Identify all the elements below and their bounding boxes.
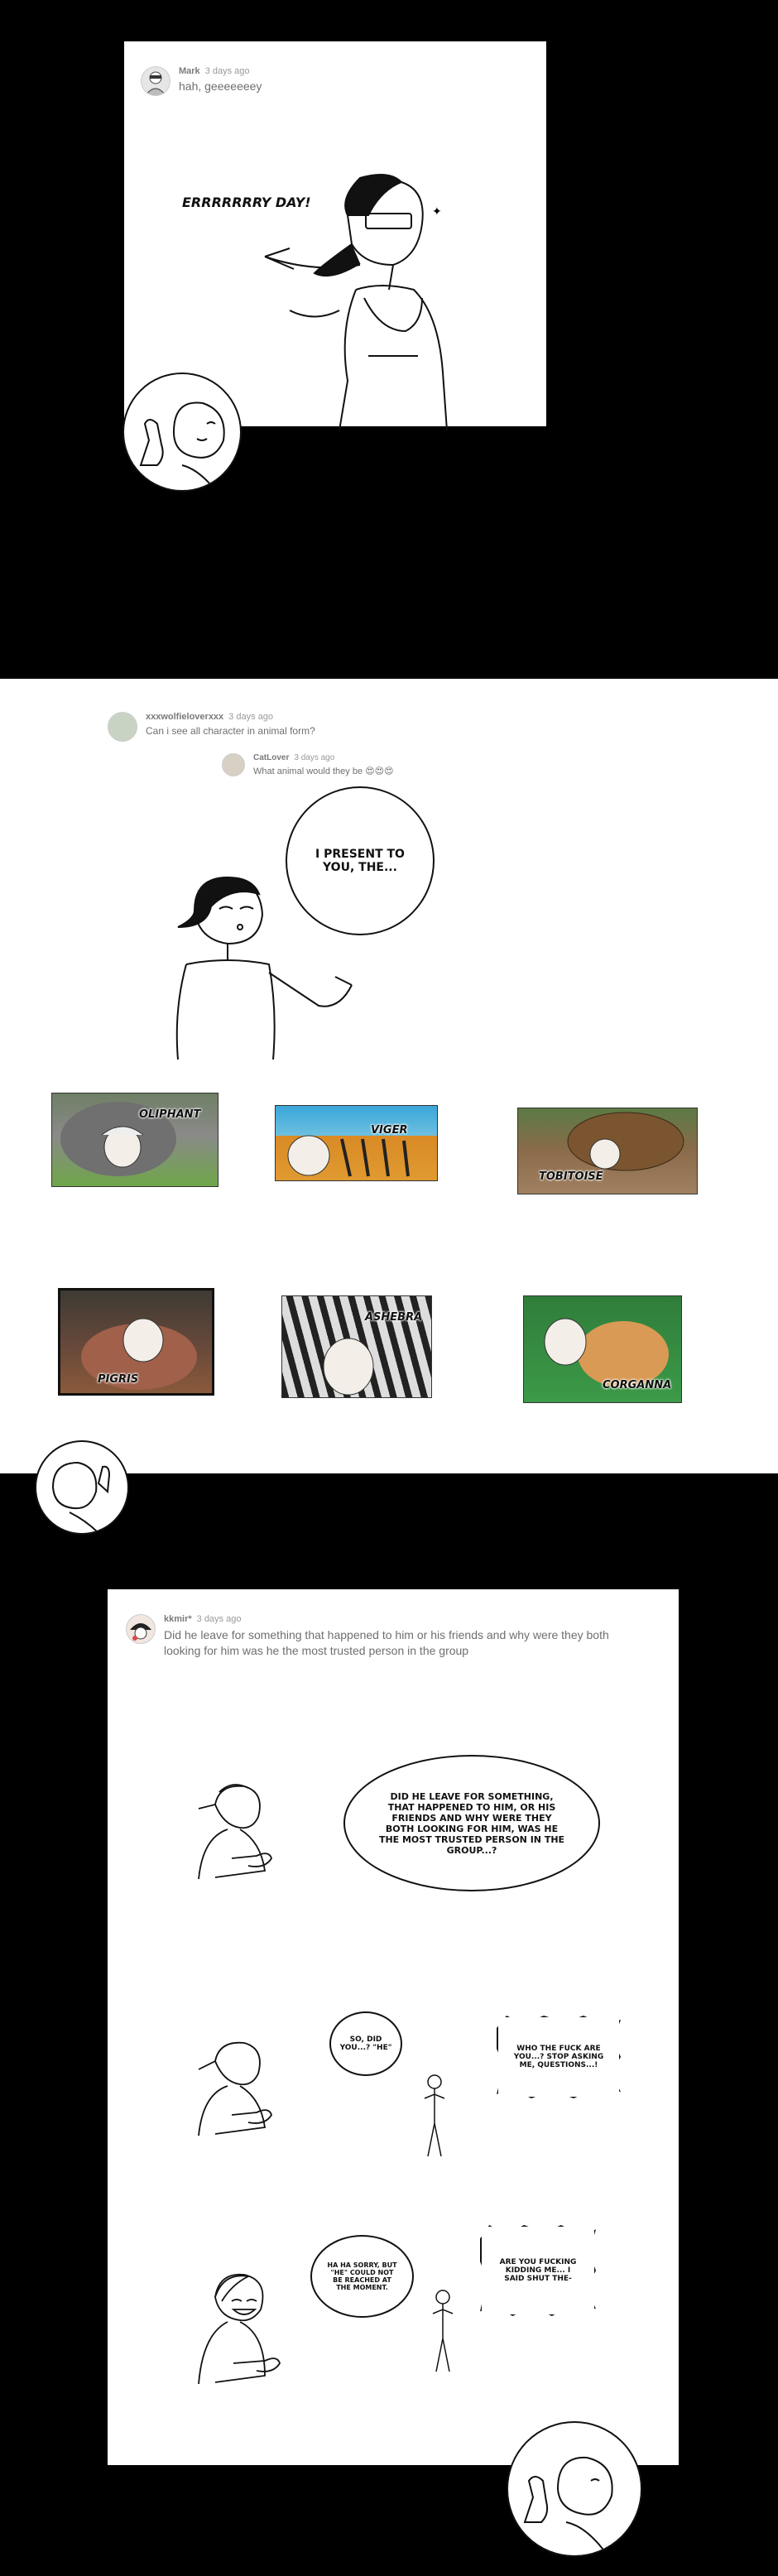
avatar: [126, 1614, 156, 1644]
avatar: [222, 753, 245, 776]
animal-photo-corganna: CORGANNA: [523, 1295, 682, 1403]
comment-text: What animal would they be 😍😍😍: [253, 767, 394, 776]
comment-kkmir: kkmir* 3 days ago Did he leave for someth…: [126, 1614, 639, 1659]
author-avatar-circle: [122, 372, 242, 492]
animal-label: OLIPHANT: [139, 1108, 201, 1121]
animal-photo-pigris: PIGRIS: [58, 1288, 214, 1396]
animal-label: ASHEBRA: [365, 1311, 423, 1324]
animal-label: VIGER: [371, 1124, 408, 1137]
animal-label: PIGRIS: [98, 1373, 139, 1386]
animal-photo-oliphant: OLIPHANT: [51, 1093, 219, 1187]
comment-username[interactable]: xxxwolfieloverxxx: [146, 712, 223, 722]
character-drawing: ✦: [264, 174, 448, 430]
comment-text: hah, geeeeeeey: [179, 79, 262, 93]
comment-time: 3 days ago: [294, 753, 335, 762]
character-drawing: [198, 2041, 272, 2136]
avatar: [141, 66, 170, 96]
comment-mark: Mark 3 days ago hah, geeeeeeey: [141, 66, 262, 96]
panel-2: xxxwolfieloverxxx 3 days ago Can i see al…: [0, 679, 778, 1473]
character-drawing: [175, 876, 353, 1060]
comment-reply-catlover: CatLover 3 days ago What animal would the…: [222, 753, 394, 776]
character-drawing: [198, 1784, 272, 1880]
comment-time: 3 days ago: [228, 712, 273, 722]
animal-photo-viger: VIGER: [275, 1105, 438, 1181]
comment-time: 3 days ago: [196, 1614, 242, 1624]
animal-label: TOBITOISE: [539, 1170, 603, 1183]
comment-username[interactable]: kkmir*: [164, 1614, 192, 1624]
panel-1: Mark 3 days ago hah, geeeeeeey ERRRRRRRY …: [124, 41, 546, 430]
comment-text: Can i see all character in animal form?: [146, 725, 315, 737]
animal-photo-ashebra: ASHEBRA: [281, 1295, 432, 1398]
author-avatar-circle: [35, 1440, 129, 1535]
small-character-drawing: [424, 2074, 445, 2157]
comment-username[interactable]: Mark: [179, 66, 200, 76]
comment-wolfie: xxxwolfieloverxxx 3 days ago Can i see al…: [108, 712, 315, 742]
small-character-drawing: [432, 2290, 454, 2372]
avatar: [108, 712, 137, 742]
speech-bubble: DID HE LEAVE FOR SOMETHING, THAT HAPPENE…: [343, 1755, 600, 1891]
animal-label: CORGANNA: [603, 1379, 672, 1391]
angry-speech-bubble: ARE YOU FUCKING KIDDING ME... I SAID SHU…: [480, 2225, 596, 2316]
speech-bubble: HA HA SORRY, BUT "HE" COULD NOT BE REACH…: [310, 2235, 414, 2318]
animal-photo-tobitoise: TOBITOISE: [517, 1108, 698, 1194]
character-drawing: [198, 2273, 281, 2385]
comment-text: Did he leave for something that happened…: [164, 1628, 609, 1657]
angry-speech-bubble: WHO THE FUCK ARE YOU...? STOP ASKING ME,…: [497, 2016, 621, 2098]
author-avatar-circle: [507, 2421, 642, 2557]
comment-time: 3 days ago: [204, 66, 250, 76]
speech-bubble: SO, DID YOU...? "HE": [329, 2011, 402, 2076]
comment-username[interactable]: CatLover: [253, 753, 289, 762]
panel-3: kkmir* 3 days ago Did he leave for someth…: [108, 1589, 679, 2465]
svg-text:✦: ✦: [432, 205, 442, 219]
